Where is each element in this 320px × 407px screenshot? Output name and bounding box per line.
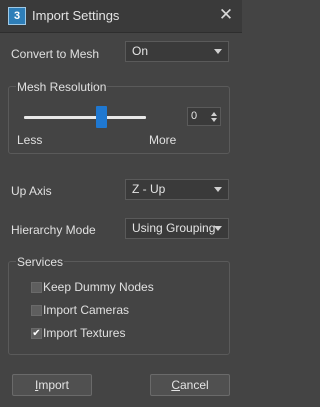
checkmark-icon: ✔ [32,328,41,339]
spin-up-icon[interactable] [211,112,217,116]
import-cameras-label[interactable]: Import Cameras [43,303,129,317]
keep-dummy-nodes-label[interactable]: Keep Dummy Nodes [43,280,154,294]
import-cameras-checkbox[interactable] [31,305,42,316]
mesh-resolution-title: Mesh Resolution [16,80,108,94]
import-textures-checkbox[interactable]: ✔ [31,328,42,339]
convert-to-mesh-label: Convert to Mesh [11,47,100,61]
chevron-down-icon [214,226,222,231]
hierarchy-mode-value: Using Grouping [132,221,216,235]
mesh-resolution-slider-thumb[interactable] [96,106,107,128]
cancel-button-label: ancel [179,378,209,392]
app-logo-icon: 3 [8,7,26,25]
mesh-resolution-value: 0 [191,110,198,122]
keep-dummy-nodes-checkbox[interactable] [31,282,42,293]
slider-max-label: More [149,133,177,147]
cancel-button-mnemonic: C [171,378,180,392]
spin-down-icon[interactable] [211,118,217,122]
convert-to-mesh-dropdown[interactable]: On [125,41,229,62]
up-axis-dropdown[interactable]: Z - Up [125,179,229,200]
window-title: Import Settings [32,8,120,23]
hierarchy-mode-label: Hierarchy Mode [11,223,96,237]
services-title: Services [16,255,65,269]
slider-min-label: Less [17,133,43,147]
hierarchy-mode-dropdown[interactable]: Using Grouping [125,218,229,239]
mesh-resolution-spinner[interactable]: 0 [187,107,221,126]
import-button[interactable]: Import [12,374,92,396]
mesh-resolution-slider-track[interactable] [24,116,146,119]
close-icon[interactable]: ✕ [217,6,235,24]
up-axis-value: Z - Up [132,182,166,196]
import-button-label: mport [38,378,70,392]
cancel-button[interactable]: Cancel [150,374,230,396]
import-textures-label[interactable]: Import Textures [43,326,125,340]
convert-to-mesh-value: On [132,44,149,58]
chevron-down-icon [214,187,222,192]
chevron-down-icon [214,49,222,54]
up-axis-label: Up Axis [11,184,52,198]
